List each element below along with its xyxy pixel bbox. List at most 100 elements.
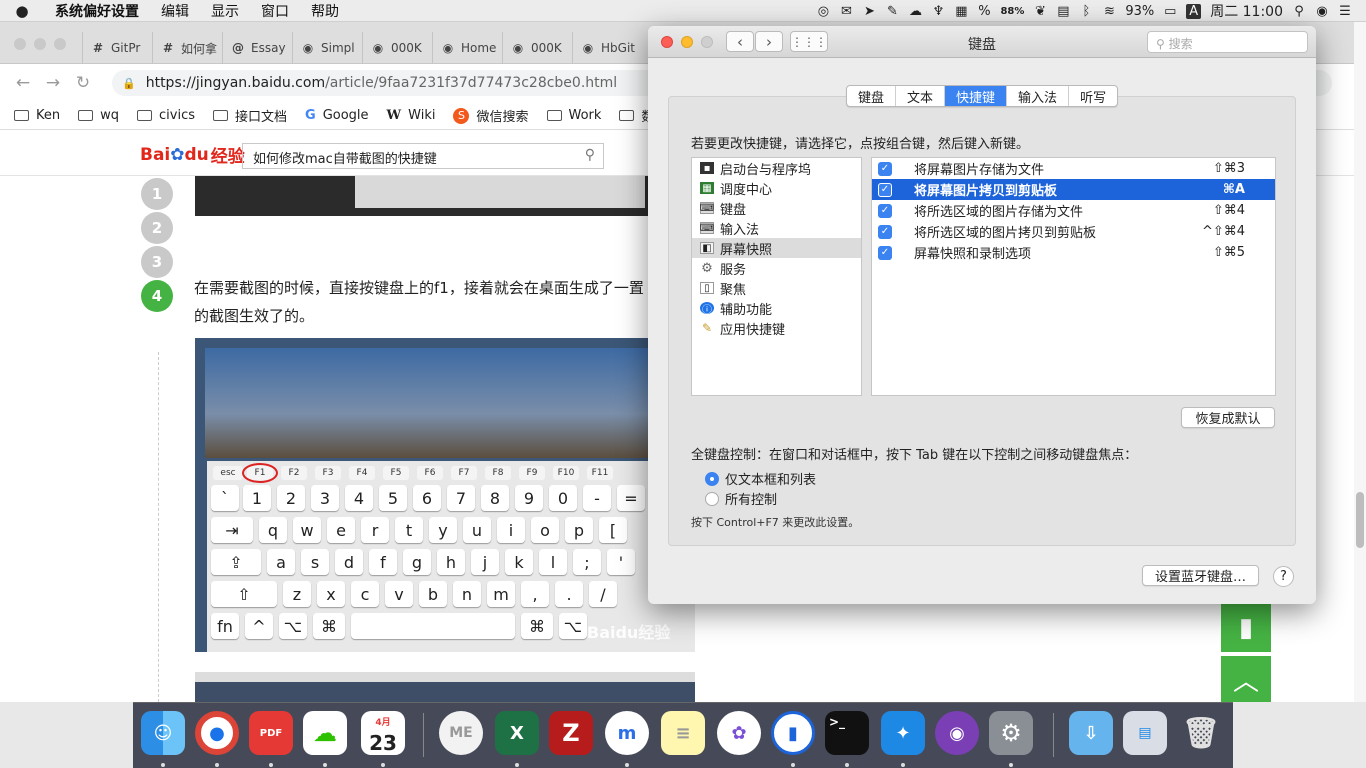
bookmark-icon[interactable]: ▮ bbox=[1221, 604, 1271, 652]
pen-status-icon[interactable]: ✎ bbox=[885, 4, 899, 19]
status-icon-a[interactable]: ◎ bbox=[816, 4, 830, 19]
back-arrow-icon[interactable]: ← bbox=[8, 73, 38, 93]
radio-all-controls[interactable]: 所有控制 bbox=[705, 489, 777, 508]
tab-dictation[interactable]: 听写 bbox=[1069, 86, 1117, 106]
clock[interactable]: 周二 11:00 bbox=[1210, 1, 1283, 21]
shortcut-row[interactable]: ✓ 将屏幕图片存储为文件 ⇧⌘3 bbox=[872, 158, 1275, 179]
xcode-icon[interactable]: ✦ bbox=[881, 711, 925, 755]
bookmark-item[interactable]: Ken bbox=[14, 108, 60, 123]
menu-help[interactable]: 帮助 bbox=[300, 1, 350, 21]
reload-icon[interactable]: ↻ bbox=[68, 73, 98, 93]
page-scrollbar[interactable] bbox=[1354, 22, 1366, 702]
browser-minimize-button[interactable] bbox=[34, 38, 46, 50]
radio-text-boxes-lists[interactable]: 仅文本框和列表 bbox=[705, 469, 816, 488]
wechat-status-icon[interactable]: ✉ bbox=[839, 4, 853, 19]
browser-tab[interactable]: ◉ Simpl bbox=[292, 32, 361, 64]
category-item[interactable]: ▯ 聚焦 bbox=[692, 278, 861, 298]
bear-icon[interactable]: ✿ bbox=[717, 711, 761, 755]
category-item[interactable]: ⓘ 辅助功能 bbox=[692, 298, 861, 318]
spotlight-search-icon[interactable]: ⚲ bbox=[1292, 4, 1306, 19]
shortcut-keys[interactable]: ⇧⌘3 bbox=[1213, 161, 1245, 176]
category-item-screenshots[interactable]: ◧ 屏幕快照 bbox=[692, 238, 861, 258]
back-to-top-icon[interactable]: ︿ bbox=[1221, 656, 1271, 702]
tab-shortcuts[interactable]: 快捷键 bbox=[945, 86, 1008, 106]
category-item[interactable]: ⌨ 输入法 bbox=[692, 218, 861, 238]
forward-arrow-icon[interactable]: → bbox=[38, 73, 68, 93]
input-method-app-icon[interactable]: ME bbox=[439, 711, 483, 755]
prefs-search-input[interactable]: ⚲ 搜索 bbox=[1147, 31, 1308, 53]
window-titlebar[interactable]: ‹ › ⋮⋮⋮ 键盘 ⚲ 搜索 bbox=[648, 26, 1316, 58]
category-item[interactable]: ✎ 应用快捷键 bbox=[692, 318, 861, 338]
battery-percent[interactable]: 93% bbox=[1125, 4, 1154, 19]
browser-zoom-button[interactable] bbox=[54, 38, 66, 50]
search-icon[interactable]: ⚲ bbox=[585, 147, 595, 163]
shortcut-row[interactable]: ✓ 将所选区域的图片拷贝到剪贴板 ^⇧⌘4 bbox=[872, 221, 1275, 242]
radio-button-selected[interactable] bbox=[705, 471, 719, 486]
percent-status-icon[interactable]: % bbox=[977, 4, 991, 19]
input-method-indicator[interactable]: A bbox=[1186, 3, 1202, 19]
battery-icon[interactable]: ▭ bbox=[1163, 4, 1177, 19]
pdf-reader-icon[interactable]: PDF bbox=[249, 711, 293, 755]
mindnode-icon[interactable]: m bbox=[605, 711, 649, 755]
checkbox-checked[interactable]: ✓ bbox=[878, 203, 892, 218]
shortcut-keys[interactable]: ⌘A bbox=[1223, 182, 1245, 197]
apple-menu-icon[interactable]: ● bbox=[0, 2, 44, 20]
shortcut-row-selected[interactable]: ✓ 将屏幕图片拷贝到剪贴板 ⌘A bbox=[872, 179, 1275, 200]
browser-tab[interactable]: ◉ 000K bbox=[502, 32, 571, 64]
checkbox-checked[interactable]: ✓ bbox=[878, 161, 892, 176]
trash-icon[interactable]: 🗑 bbox=[1179, 711, 1223, 755]
bookmark-item[interactable]: G Google bbox=[305, 108, 369, 123]
screenshot-stack-icon[interactable]: ▤ bbox=[1123, 711, 1167, 755]
siri-icon[interactable]: ◉ bbox=[1315, 4, 1329, 19]
browser-tab[interactable]: ◉ Home bbox=[432, 32, 501, 64]
checkbox-checked[interactable]: ✓ bbox=[878, 245, 892, 260]
browser-tab[interactable]: # 如何拿 bbox=[152, 32, 221, 64]
shortcut-keys[interactable]: ⇧⌘5 bbox=[1213, 245, 1245, 260]
menu-app-name[interactable]: 系统偏好设置 bbox=[44, 1, 150, 21]
bookmark-item[interactable]: civics bbox=[137, 108, 195, 123]
category-item[interactable]: ▪ 启动台与程序坞 bbox=[692, 158, 861, 178]
baidu-jingyan-logo[interactable]: Bai ✿ du 经验 bbox=[140, 142, 245, 168]
leaf-status-icon[interactable]: ❦ bbox=[1033, 4, 1047, 19]
browser-tab[interactable]: @ Essay bbox=[222, 32, 291, 64]
menu-view[interactable]: 显示 bbox=[200, 1, 250, 21]
wifi-icon[interactable]: ≋ bbox=[1102, 4, 1116, 19]
bookmark-item[interactable]: W Wiki bbox=[387, 108, 436, 123]
restore-defaults-button[interactable]: 恢复成默认 bbox=[1181, 407, 1275, 428]
shortcut-row[interactable]: ✓ 屏幕快照和录制选项 ⇧⌘5 bbox=[872, 242, 1275, 263]
wechat-icon[interactable]: ☁ bbox=[303, 711, 347, 755]
bookmark-item[interactable]: 接口文档 bbox=[213, 106, 287, 125]
browser-tab[interactable]: ◉ 000K bbox=[362, 32, 431, 64]
tab-input-sources[interactable]: 输入法 bbox=[1007, 86, 1070, 106]
calendar-icon[interactable]: 4月 23 bbox=[361, 711, 405, 755]
radio-button[interactable] bbox=[705, 491, 719, 506]
monitor-status-icon[interactable]: ▦ bbox=[954, 4, 968, 19]
excel-icon[interactable]: X bbox=[495, 711, 539, 755]
browser-tab[interactable]: # GitPr bbox=[82, 32, 151, 64]
baidu-search-input[interactable]: 如何修改mac自带截图的快捷键 ⚲ bbox=[242, 143, 604, 169]
bookmark-item[interactable]: S 微信搜索 bbox=[453, 106, 529, 125]
grid-status-icon[interactable]: ▤ bbox=[1056, 4, 1070, 19]
browser-close-button[interactable] bbox=[14, 38, 26, 50]
notification-center-icon[interactable]: ☰ bbox=[1338, 4, 1352, 19]
menu-window[interactable]: 窗口 bbox=[250, 1, 300, 21]
downloads-folder-icon[interactable]: ⇩ bbox=[1069, 711, 1113, 755]
bookmark-item[interactable]: wq bbox=[78, 108, 119, 123]
menu-edit[interactable]: 编辑 bbox=[150, 1, 200, 21]
category-item[interactable]: ⚙ 服务 bbox=[692, 258, 861, 278]
category-item[interactable]: ▦ 调度中心 bbox=[692, 178, 861, 198]
setup-bluetooth-keyboard-button[interactable]: 设置蓝牙键盘… bbox=[1142, 565, 1259, 586]
system-preferences-icon[interactable]: ⚙ bbox=[989, 711, 1033, 755]
terminal-icon[interactable]: >_ bbox=[825, 711, 869, 755]
scrollbar-thumb[interactable] bbox=[1356, 492, 1364, 548]
bookmark-item[interactable]: Work bbox=[546, 108, 601, 123]
shortcut-keys[interactable]: ^⇧⌘4 bbox=[1202, 224, 1245, 239]
shortcut-row[interactable]: ✓ 将所选区域的图片存储为文件 ⇧⌘4 bbox=[872, 200, 1275, 221]
chrome-icon[interactable]: ● bbox=[195, 711, 239, 755]
1password-icon[interactable]: ▮ bbox=[771, 711, 815, 755]
finder-icon[interactable]: ☺ bbox=[141, 711, 185, 755]
checkbox-checked[interactable]: ✓ bbox=[878, 224, 892, 239]
notes-icon[interactable]: ≡ bbox=[661, 711, 705, 755]
pin-status-icon[interactable]: ♆ bbox=[931, 4, 945, 19]
tab-text[interactable]: 文本 bbox=[896, 86, 946, 106]
